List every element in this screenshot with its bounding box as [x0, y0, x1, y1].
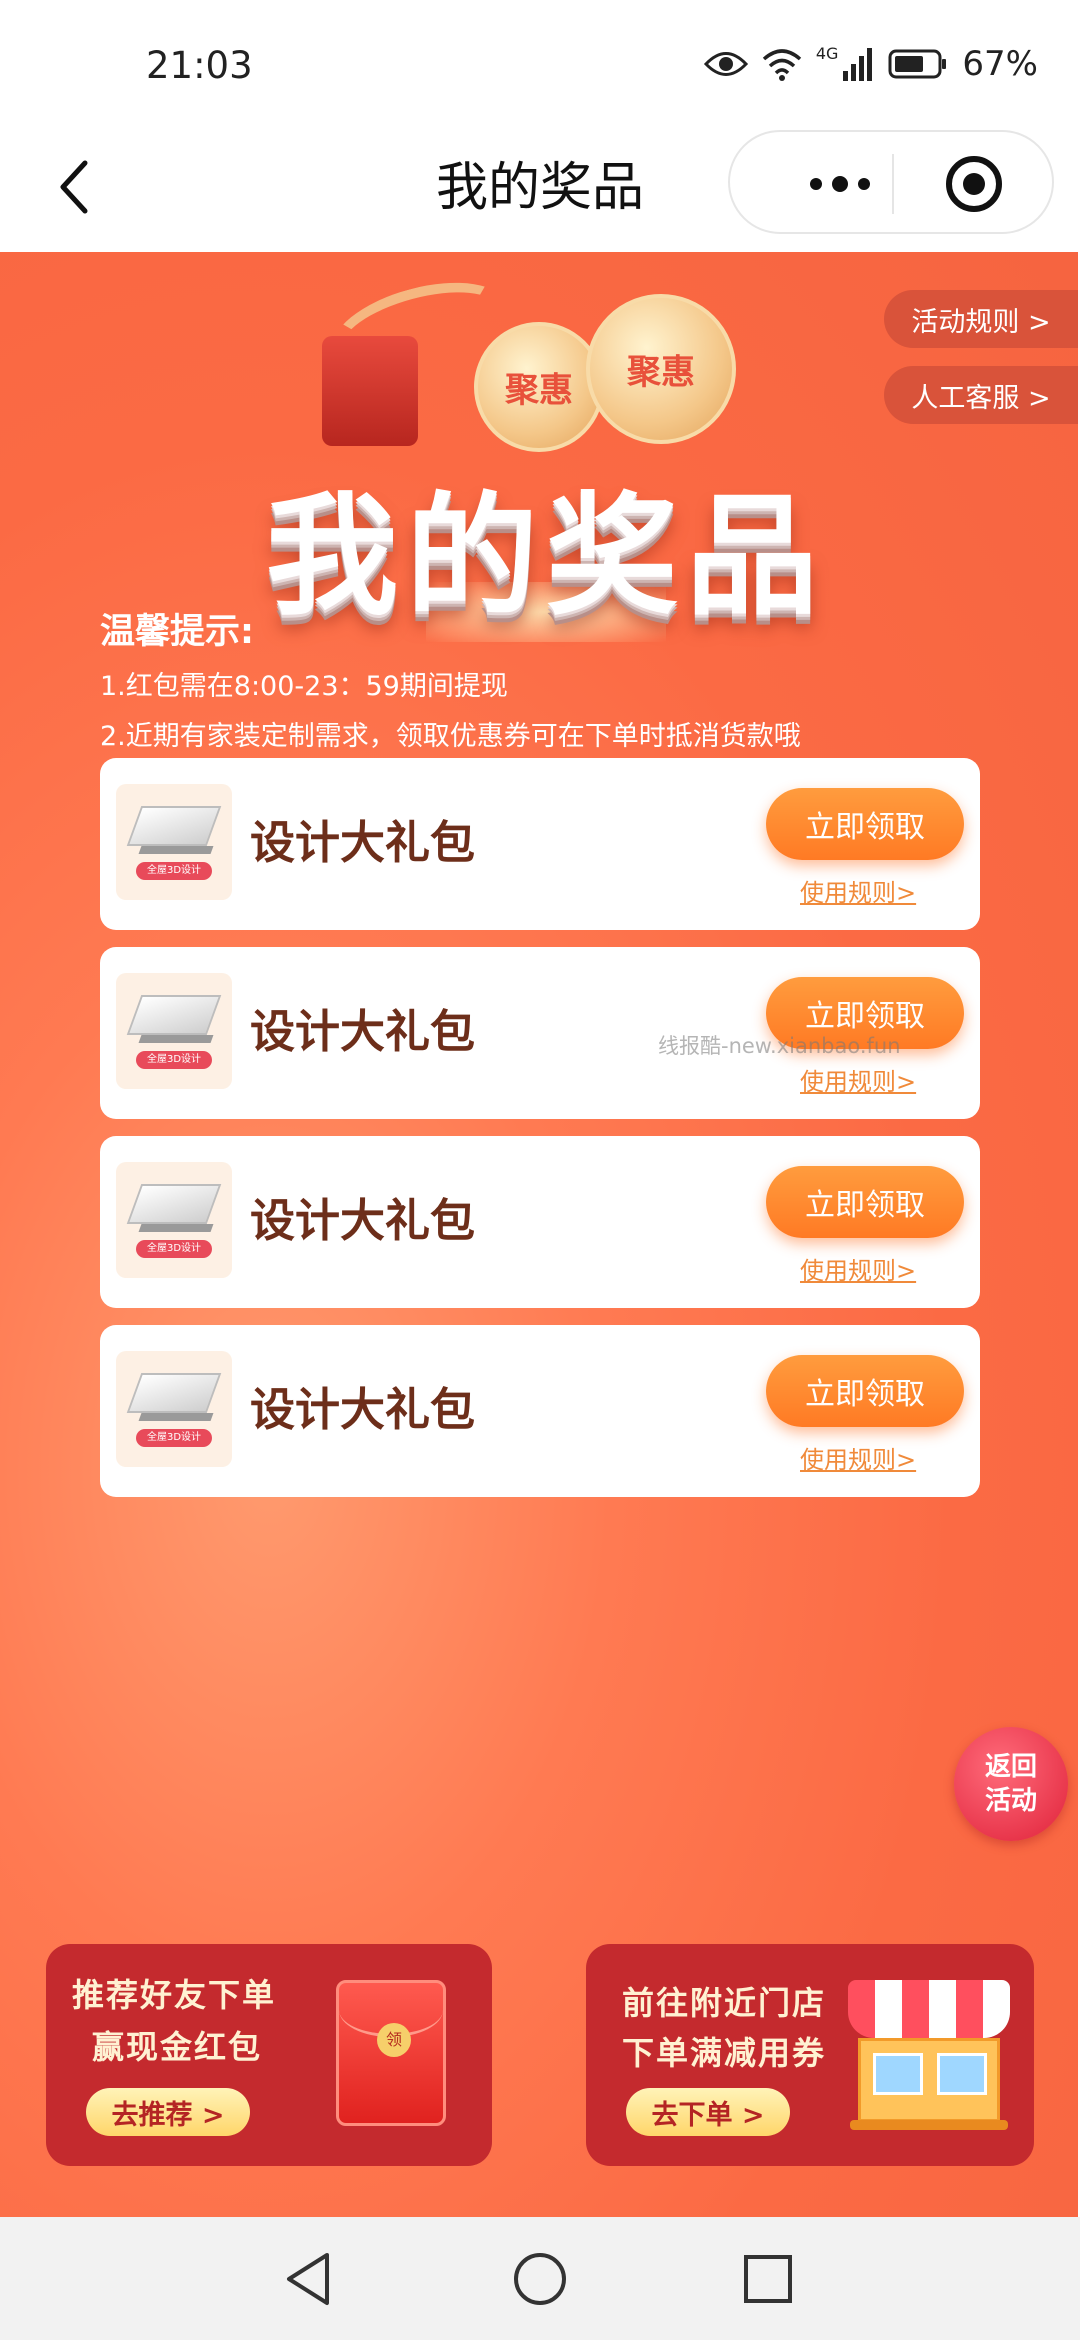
system-home-button[interactable]: [508, 2247, 572, 2311]
prize-card: 全屋3D设计 设计大礼包 立即领取 使用规则>: [100, 1325, 980, 1497]
claim-button[interactable]: 立即领取: [766, 1166, 964, 1238]
battery-percent: 67%: [962, 44, 1038, 84]
recents-square-icon: [744, 2255, 792, 2303]
thumb-tag: 全屋3D设计: [136, 1429, 212, 1447]
target-icon: [946, 156, 1002, 212]
system-nav-bar: [0, 2217, 1080, 2340]
tip-item: 1.红包需在8:00-23：59期间提现: [100, 671, 508, 702]
capsule-divider: [892, 154, 894, 214]
network-type: 4G: [815, 44, 839, 63]
coin-icon: 聚惠: [586, 294, 736, 444]
more-button[interactable]: [780, 156, 900, 212]
home-circle-icon: [514, 2253, 566, 2305]
design-package-icon: 全屋3D设计: [116, 973, 232, 1089]
status-time: 21:03: [146, 44, 253, 87]
eye-icon: [703, 49, 748, 79]
nearby-store-card[interactable]: 前往附近门店 下单满减用券 去下单 >: [586, 1944, 1034, 2166]
promo-line-2: 赢现金红包: [92, 2028, 263, 2066]
usage-rules-link[interactable]: 使用规则>: [800, 1440, 916, 1475]
thumb-tag: 全屋3D设计: [136, 1240, 212, 1258]
prize-name: 设计大礼包: [250, 1194, 476, 1247]
back-triangle-icon: [287, 2253, 329, 2305]
promo-line-1: 前往附近门店: [622, 1984, 827, 2022]
promo-line-1: 推荐好友下单: [72, 1976, 277, 2014]
mini-program-capsule: [728, 130, 1054, 234]
prize-banner: 聚惠 聚惠 我的奖品: [226, 266, 866, 642]
thumb-tag: 全屋3D设计: [136, 1051, 212, 1069]
status-icons: 4G 67%: [703, 44, 1038, 84]
gift-box-icon: [322, 336, 418, 446]
usage-rules-link[interactable]: 使用规则>: [800, 1062, 916, 1097]
recommend-button[interactable]: 去推荐 >: [86, 2088, 250, 2136]
recommend-friend-card[interactable]: 推荐好友下单 赢现金红包 去推荐 > 领: [46, 1944, 492, 2166]
prize-card: 全屋3D设计 设计大礼包 立即领取 使用规则>: [100, 1136, 980, 1308]
claim-button[interactable]: 立即领取: [766, 977, 964, 1049]
design-package-icon: 全屋3D设计: [116, 1351, 232, 1467]
signal-icon: [842, 47, 874, 81]
system-recents-button[interactable]: [736, 2247, 800, 2311]
customer-service-tab[interactable]: 人工客服 >: [884, 366, 1078, 424]
return-label-1: 返回: [984, 1752, 1037, 1782]
thumb-tag: 全屋3D设计: [136, 862, 212, 880]
nav-bar: 我的奖品: [0, 130, 1080, 252]
activity-rules-tab[interactable]: 活动规则 >: [884, 290, 1078, 348]
system-back-button[interactable]: [276, 2247, 340, 2311]
prize-card: 全屋3D设计 设计大礼包 立即领取 使用规则>: [100, 758, 980, 930]
prize-name: 设计大礼包: [250, 1005, 476, 1058]
tips-section: 温馨提示: 1.红包需在8:00-23：59期间提现 2.近期有家装定制需求，领…: [100, 602, 1000, 762]
more-icon: [810, 178, 822, 190]
main-content: 活动规则 > 人工客服 > 聚惠 聚惠 我的奖品 温馨提示: 1.红包需在8:0…: [0, 252, 1078, 2217]
return-label-2: 活动: [984, 1786, 1037, 1816]
prize-card: 全屋3D设计 设计大礼包 立即领取 使用规则>: [100, 947, 980, 1119]
envelope-seal: 领: [377, 2023, 411, 2057]
return-activity-button[interactable]: 返回 活动: [954, 1727, 1068, 1841]
prize-list: 全屋3D设计 设计大礼包 立即领取 使用规则> 全屋3D设计 设计大礼包 立即领…: [100, 758, 980, 1514]
wifi-icon: [762, 47, 802, 81]
coin-icon: 聚惠: [474, 322, 604, 452]
design-package-icon: 全屋3D设计: [116, 1162, 232, 1278]
claim-button[interactable]: 立即领取: [766, 788, 964, 860]
design-package-icon: 全屋3D设计: [116, 784, 232, 900]
tip-item: 2.近期有家装定制需求，领取优惠券可在下单时抵消货款哦: [100, 721, 801, 752]
tips-title: 温馨提示:: [100, 612, 254, 652]
status-bar: 21:03 4G 67%: [0, 0, 1080, 130]
usage-rules-link[interactable]: 使用规则>: [800, 873, 916, 908]
promo-line-2: 下单满减用券: [622, 2034, 827, 2072]
usage-rules-link[interactable]: 使用规则>: [800, 1251, 916, 1286]
red-envelope-icon: 领: [336, 1980, 446, 2126]
close-mini-program-button[interactable]: [944, 154, 1004, 214]
store-icon: [848, 1980, 1010, 2130]
prize-name: 设计大礼包: [250, 816, 476, 869]
prize-name: 设计大礼包: [250, 1383, 476, 1436]
battery-icon: [888, 48, 948, 80]
claim-button[interactable]: 立即领取: [766, 1355, 964, 1427]
order-button[interactable]: 去下单 >: [626, 2088, 790, 2136]
